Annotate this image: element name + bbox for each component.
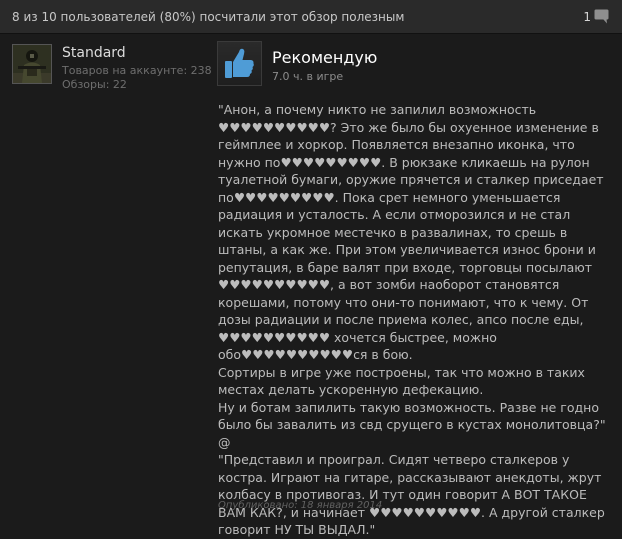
review-text: "Анон, а почему никто не запилил возможн… <box>218 102 606 537</box>
review-verdict[interactable]: Рекомендую <box>272 48 377 67</box>
stalker-avatar-image <box>13 45 51 83</box>
avatar[interactable] <box>12 44 52 84</box>
review-page: 8 из 10 пользователей (80%) посчитали эт… <box>0 0 622 537</box>
thumbs-up-icon <box>225 48 254 78</box>
speech-bubble-icon <box>594 9 609 24</box>
review-header-bar: 8 из 10 пользователей (80%) посчитали эт… <box>0 0 622 34</box>
helpful-summary: 8 из 10 пользователей (80%) посчитали эт… <box>12 10 405 24</box>
games-owned[interactable]: Товаров на аккаунте: 238 <box>62 64 212 77</box>
review-count[interactable]: Обзоры: 22 <box>62 78 127 91</box>
recommendation-badge <box>217 41 262 86</box>
hours-played: 7.0 ч. в игре <box>272 70 344 83</box>
comments-link[interactable]: 1 <box>583 9 610 24</box>
posted-date: Опубликовано: 18 января 2014 <box>218 500 383 511</box>
author-name[interactable]: Standard <box>62 45 126 61</box>
comment-count: 1 <box>583 9 591 24</box>
